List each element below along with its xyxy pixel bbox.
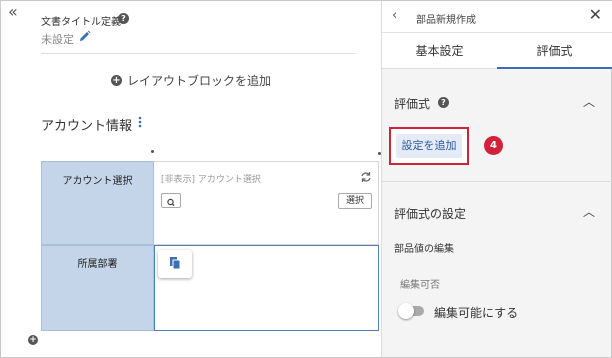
pencil-icon[interactable]: [79, 30, 91, 42]
divider: [41, 53, 355, 54]
doc-title-value: 未設定: [41, 33, 74, 46]
panel-header: ‹ 部品新規作成 ✕: [382, 1, 612, 33]
help-icon[interactable]: ?: [118, 13, 129, 24]
tab-evaluation[interactable]: 評価式: [497, 33, 612, 69]
copy-icon: [170, 257, 181, 270]
help-icon[interactable]: ?: [438, 97, 449, 108]
editable-label: 編集可否: [400, 280, 440, 291]
layout-editor: « 文書タイトル定義 ? 未設定 + レイアウトブロックを追加 アカウント情報 …: [1, 1, 381, 357]
tab-bar: 基本設定 評価式: [382, 33, 612, 69]
add-layout-block-button[interactable]: + レイアウトブロックを追加: [111, 72, 271, 89]
chevron-left-icon[interactable]: ‹: [392, 8, 397, 23]
highlight-box: 設定を追加: [389, 127, 469, 165]
section-title: アカウント情報: [41, 119, 133, 134]
app-window: « 文書タイトル定義 ? 未設定 + レイアウトブロックを追加 アカウント情報 …: [0, 0, 612, 358]
kebab-menu-icon[interactable]: [137, 115, 143, 129]
plus-circle-icon: +: [111, 75, 122, 86]
double-chevron-left-icon[interactable]: «: [8, 4, 18, 20]
table-header-cell[interactable]: 所属部署: [41, 245, 154, 331]
chevron-up-icon[interactable]: ︿: [583, 93, 595, 110]
table-header-cell[interactable]: アカウント選択: [41, 161, 154, 245]
editable-toggle[interactable]: [398, 303, 424, 319]
step-badge: 4: [484, 136, 503, 155]
toggle-knob: [398, 303, 414, 319]
plus-circle-icon[interactable]: +: [28, 335, 38, 345]
chevron-up-icon[interactable]: ︿: [583, 203, 595, 220]
copy-button[interactable]: [158, 250, 192, 278]
account-select-placeholder: [非表示] アカウント選択: [161, 175, 261, 185]
section-title-evaluation: 評価式: [394, 97, 431, 111]
panel-title: 部品新規作成: [416, 15, 476, 26]
table-value-cell-selected[interactable]: [154, 245, 379, 331]
layout-table: アカウント選択 [非表示] アカウント選択 選択 所属部署: [41, 161, 379, 331]
search-icon: [167, 198, 175, 207]
subsection-title: 部品値の編集: [394, 244, 454, 255]
toggle-label: 編集可能にする: [434, 306, 519, 320]
swap-icon[interactable]: [360, 171, 372, 183]
property-panel: ‹ 部品新規作成 ✕ 基本設定 評価式 評価式 ? ︿ 設定を追加 4 評価式の…: [381, 1, 612, 357]
table-value-cell[interactable]: [非表示] アカウント選択 選択: [154, 161, 379, 245]
add-setting-button[interactable]: 設定を追加: [396, 134, 462, 158]
tab-basic-settings[interactable]: 基本設定: [382, 33, 497, 69]
doc-title-label: 文書タイトル定義: [41, 17, 121, 28]
search-button[interactable]: [161, 193, 181, 208]
close-icon[interactable]: ✕: [589, 5, 602, 24]
divider: [382, 181, 612, 182]
resize-handle[interactable]: [151, 150, 154, 153]
add-layout-block-label: レイアウトブロックを追加: [127, 74, 272, 88]
select-button[interactable]: 選択: [338, 193, 372, 209]
section-title-evaluation-settings: 評価式の設定: [394, 207, 467, 221]
